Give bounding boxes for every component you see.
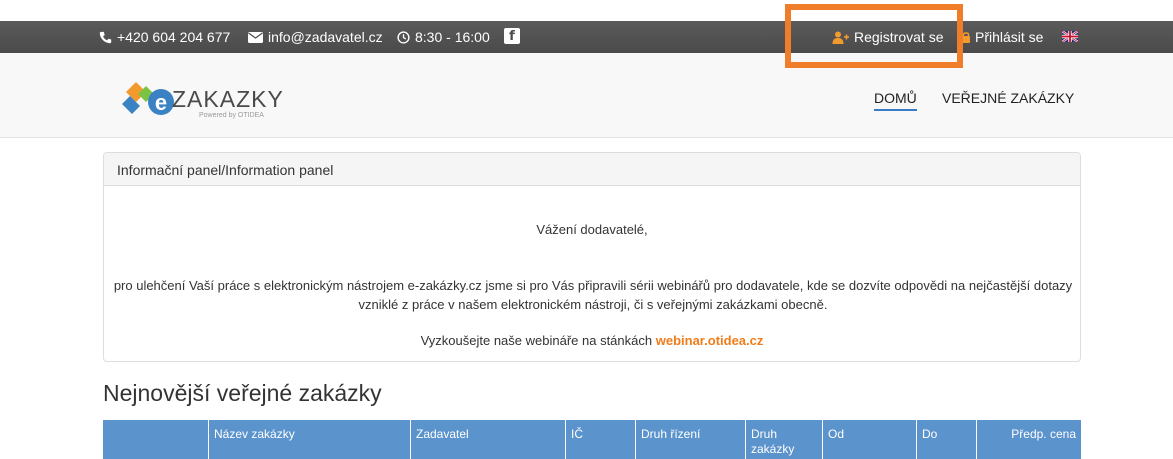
phone-contact[interactable]: +420 604 204 677 bbox=[99, 29, 230, 45]
webinar-prefix: Vyzkoušejte naše webináře na stánkách bbox=[420, 333, 653, 348]
column-header-contract-type[interactable]: Druh zakázky bbox=[745, 420, 822, 459]
section-title: Nejnovější veřejné zakázky bbox=[103, 380, 382, 406]
nav-home[interactable]: DOMŮ bbox=[874, 90, 917, 111]
login-link[interactable]: Přihlásit se bbox=[962, 29, 1043, 45]
column-header-contracting-authority[interactable]: Zadavatel bbox=[410, 420, 565, 459]
panel-title: Informační panel/Information panel bbox=[104, 153, 1080, 186]
site-header: e ZAKAZKY Powered by OTIDEA DOMŮ VEŘEJNÉ… bbox=[0, 53, 1173, 138]
hours-text: 8:30 - 16:00 bbox=[415, 29, 490, 45]
opening-hours: 8:30 - 16:00 bbox=[397, 29, 490, 45]
highlight-box bbox=[785, 4, 963, 68]
email-contact[interactable]: info@zadavatel.cz bbox=[248, 29, 383, 45]
facebook-link[interactable]: f bbox=[504, 28, 520, 44]
language-switch[interactable] bbox=[1062, 31, 1078, 42]
contracts-table-header: Název zakázky Zadavatel IČ Druh řízení D… bbox=[103, 420, 1081, 459]
phone-icon bbox=[99, 31, 112, 43]
clock-icon bbox=[397, 30, 410, 44]
webinar-line: Vyzkoušejte naše webináře na stánkách we… bbox=[104, 333, 1080, 348]
logo-subtitle: Powered by OTIDEA bbox=[199, 112, 264, 119]
column-header-estimated-price[interactable]: Předp. cena bbox=[976, 420, 1081, 459]
email-address: info@zadavatel.cz bbox=[268, 29, 383, 45]
information-panel: Informační panel/Information panel Vážen… bbox=[103, 152, 1081, 362]
webinar-link[interactable]: webinar.otidea.cz bbox=[656, 333, 764, 348]
facebook-icon: f bbox=[504, 28, 520, 44]
lock-icon bbox=[962, 32, 970, 43]
panel-text: pro ulehčení Vaší práce s elektronickým … bbox=[113, 278, 1073, 312]
column-header-empty bbox=[103, 420, 208, 459]
column-header-ic[interactable]: IČ bbox=[565, 420, 635, 459]
column-header-procedure-type[interactable]: Druh řízení bbox=[635, 420, 745, 459]
top-bar: +420 604 204 677 info@zadavatel.cz 8:30 … bbox=[0, 0, 1173, 53]
logo-text: ZAKAZKY bbox=[172, 86, 284, 112]
column-header-name[interactable]: Název zakázky bbox=[208, 420, 410, 459]
nav-public-contracts[interactable]: VEŘEJNÉ ZAKÁZKY bbox=[942, 90, 1074, 106]
svg-text:e: e bbox=[155, 90, 167, 115]
envelope-icon bbox=[248, 31, 263, 43]
uk-flag-icon bbox=[1062, 31, 1078, 42]
column-header-to[interactable]: Do bbox=[916, 420, 976, 459]
login-label: Přihlásit se bbox=[975, 29, 1044, 45]
panel-greeting: Vážení dodavatelé, bbox=[536, 222, 648, 237]
phone-number: +420 604 204 677 bbox=[117, 29, 231, 45]
column-header-from[interactable]: Od bbox=[822, 420, 916, 459]
site-logo[interactable]: e ZAKAZKY Powered by OTIDEA bbox=[122, 78, 292, 123]
contact-bar: +420 604 204 677 info@zadavatel.cz 8:30 … bbox=[0, 21, 1173, 53]
